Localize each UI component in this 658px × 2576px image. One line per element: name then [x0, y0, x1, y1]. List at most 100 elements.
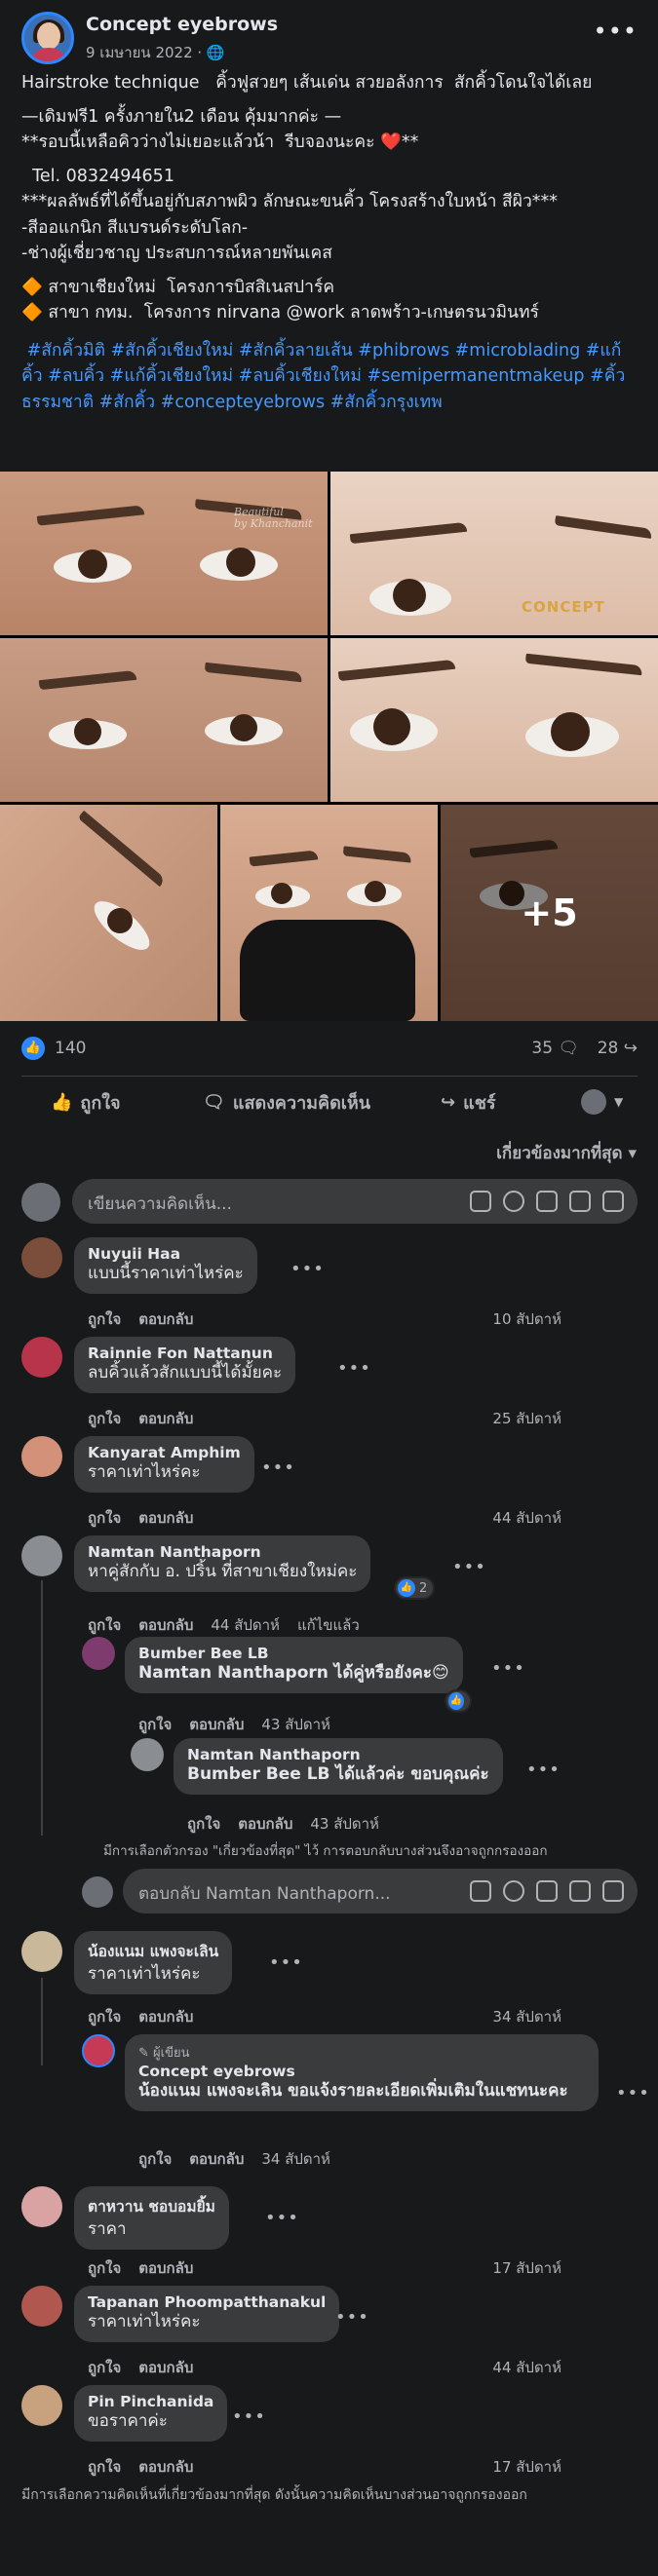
photo-6[interactable]: [220, 805, 438, 1021]
comment-like-button[interactable]: ถูกใจ: [187, 1815, 220, 1833]
avatar[interactable]: [82, 1637, 115, 1670]
comment-time[interactable]: 44 สัปดาห์: [492, 1506, 579, 1530]
avatar-sticker-icon[interactable]: [470, 1191, 491, 1212]
like-count[interactable]: 140: [55, 1039, 86, 1058]
avatar[interactable]: [21, 1337, 62, 1378]
camera-icon[interactable]: [536, 1880, 558, 1902]
avatar[interactable]: [21, 2186, 62, 2227]
comment-like-button[interactable]: ถูกใจ: [138, 2150, 172, 2168]
share-count[interactable]: 28 ↪: [598, 1039, 638, 1058]
photo-2[interactable]: CONCEPT: [330, 472, 658, 635]
comment-author[interactable]: Concept eyebrows: [138, 2063, 585, 2080]
comment-timestamp[interactable]: 25 สัปดาห์: [492, 1410, 561, 1427]
avatar[interactable]: [131, 1738, 164, 1771]
comment-reply-button[interactable]: ตอบกลับ: [138, 2259, 193, 2277]
comment-timestamp[interactable]: 43 สัปดาห์: [261, 1716, 330, 1733]
page-name[interactable]: Concept eyebrows: [86, 14, 278, 35]
audience-selector[interactable]: ▼: [581, 1086, 623, 1118]
photo-3[interactable]: [0, 638, 328, 802]
comment-reactions[interactable]: 👍 2: [394, 1576, 436, 1600]
comment-author[interactable]: Namtan Nanthaporn: [88, 1543, 357, 1561]
comment-options-button[interactable]: •••: [232, 2406, 266, 2427]
comment-reply-button[interactable]: ตอบกลับ: [138, 2008, 193, 2026]
comment-time[interactable]: 25 สัปดาห์: [492, 1407, 579, 1430]
gif-icon[interactable]: [569, 1880, 591, 1902]
comment-timestamp[interactable]: 34 สัปดาห์: [492, 2008, 561, 2026]
comment-timestamp[interactable]: 17 สัปดาห์: [492, 2458, 561, 2476]
comment-options-button[interactable]: •••: [269, 1952, 303, 1973]
comment-reply-button[interactable]: ตอบกลับ: [138, 1616, 193, 1634]
comment-like-button[interactable]: ถูกใจ: [88, 1410, 121, 1427]
photo-5[interactable]: [0, 805, 217, 1021]
post-date[interactable]: 9 เมษายน 2022 · 🌐: [86, 41, 225, 64]
comment-author[interactable]: Tapanan Phoompatthanakul: [88, 2293, 326, 2311]
comment-timestamp[interactable]: 44 สัปดาห์: [492, 2359, 561, 2376]
comment-author[interactable]: น้องแนม แพงจะเลิน: [88, 1939, 218, 1963]
comment-reply-button[interactable]: ตอบกลับ: [138, 1509, 193, 1527]
post-hashtags[interactable]: #สักคิ้วมิติ #สักคิ้วเชียงใหม่ #สักคิ้วล…: [21, 338, 636, 416]
comment-sort-dropdown[interactable]: เกี่ยวข้องมากที่สุด ▾: [496, 1140, 637, 1166]
comment-timestamp[interactable]: 43 สัปดาห์: [310, 1815, 379, 1833]
sticker-icon[interactable]: [602, 1191, 624, 1212]
comment-options-button[interactable]: •••: [261, 1458, 295, 1478]
comment-reply-button[interactable]: ตอบกลับ: [138, 1410, 193, 1427]
comment-like-button[interactable]: ถูกใจ: [88, 1310, 121, 1328]
comment-author[interactable]: Namtan Nanthaporn: [187, 1746, 489, 1763]
comment-button[interactable]: 🗨 แสดงความคิดเห็น: [203, 1086, 370, 1118]
comment-options-button[interactable]: •••: [491, 1658, 525, 1679]
gif-icon[interactable]: [569, 1191, 591, 1212]
like-button[interactable]: 👍 ถูกใจ: [51, 1086, 121, 1118]
comment-reply-button[interactable]: ตอบกลับ: [138, 2458, 193, 2476]
camera-icon[interactable]: [536, 1191, 558, 1212]
reply-input[interactable]: ตอบกลับ Namtan Nanthaporn...: [123, 1869, 638, 1913]
page-avatar[interactable]: [21, 12, 74, 64]
photo-4[interactable]: [330, 638, 658, 802]
comment-time[interactable]: 17 สัปดาห์: [492, 2455, 579, 2479]
comment-input[interactable]: เขียนความคิดเห็น...: [72, 1179, 638, 1224]
photo-1[interactable]: Beautiful by Khanchanit: [0, 472, 328, 635]
avatar[interactable]: [21, 1436, 62, 1477]
comment-timestamp[interactable]: 44 สัปดาห์: [492, 1509, 561, 1527]
share-button[interactable]: ↪ แชร์: [441, 1086, 496, 1118]
comment-timestamp[interactable]: 10 สัปดาห์: [492, 1310, 561, 1328]
avatar[interactable]: [21, 1535, 62, 1576]
comment-like-button[interactable]: ถูกใจ: [88, 2458, 121, 2476]
comment-options-button[interactable]: •••: [290, 1259, 325, 1279]
comment-reactions[interactable]: 👍: [445, 1689, 472, 1713]
sticker-icon[interactable]: [602, 1880, 624, 1902]
comment-edited-label[interactable]: แก้ไขแล้ว: [297, 1616, 360, 1634]
comment-options-button[interactable]: •••: [335, 2307, 369, 2328]
comment-options-button[interactable]: •••: [526, 1760, 561, 1780]
comment-timestamp[interactable]: 44 สัปดาห์: [211, 1616, 280, 1634]
comment-like-button[interactable]: ถูกใจ: [88, 1616, 121, 1634]
avatar[interactable]: [21, 2385, 62, 2426]
comment-author[interactable]: Kanyarat Amphim: [88, 1444, 241, 1461]
comment-reply-button[interactable]: ตอบกลับ: [138, 2359, 193, 2376]
comment-time[interactable]: 44 สัปดาห์: [492, 2356, 579, 2379]
comment-like-button[interactable]: ถูกใจ: [88, 2359, 121, 2376]
comment-reply-button[interactable]: ตอบกลับ: [189, 1716, 244, 1733]
comment-author[interactable]: ตาหวาน ชอบอมยิ้ม: [88, 2194, 215, 2218]
comment-timestamp[interactable]: 34 สัปดาห์: [261, 2150, 330, 2168]
comment-reply-button[interactable]: ตอบกลับ: [238, 1815, 292, 1833]
comment-like-button[interactable]: ถูกใจ: [88, 1509, 121, 1527]
comment-author[interactable]: Rainnie Fon Nattanun: [88, 1345, 282, 1362]
comment-reply-button[interactable]: ตอบกลับ: [138, 1310, 193, 1328]
avatar[interactable]: [21, 2286, 62, 2327]
comment-like-button[interactable]: ถูกใจ: [88, 2259, 121, 2277]
comment-time[interactable]: 17 สัปดาห์: [492, 2256, 579, 2280]
comment-count[interactable]: 35 🗨: [531, 1039, 579, 1058]
avatar[interactable]: [21, 1237, 62, 1278]
emoji-icon[interactable]: [503, 1191, 524, 1212]
comment-time[interactable]: 10 สัปดาห์: [492, 1307, 579, 1331]
emoji-icon[interactable]: [503, 1880, 524, 1902]
comment-options-button[interactable]: •••: [452, 1557, 486, 1577]
comment-author[interactable]: Nuyuii Haa: [88, 1245, 244, 1263]
comment-time[interactable]: 34 สัปดาห์: [492, 2005, 579, 2028]
avatar-sticker-icon[interactable]: [470, 1880, 491, 1902]
avatar[interactable]: [82, 2034, 115, 2067]
more-photos-overlay[interactable]: +5: [441, 805, 658, 1021]
comment-like-button[interactable]: ถูกใจ: [138, 1716, 172, 1733]
more-options-button[interactable]: •••: [594, 18, 638, 45]
comment-options-button[interactable]: •••: [265, 2208, 299, 2228]
